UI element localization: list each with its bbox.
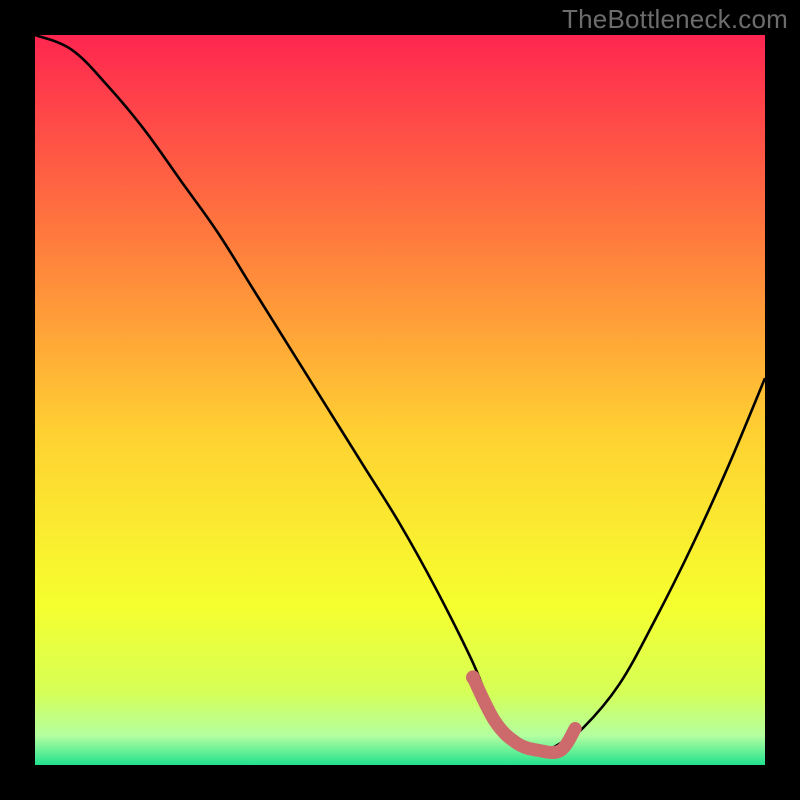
outer-frame: TheBottleneck.com — [0, 0, 800, 800]
gradient-background — [35, 35, 765, 765]
bottleneck-chart — [35, 35, 765, 765]
optimal-start-dot — [466, 670, 480, 684]
watermark-label: TheBottleneck.com — [562, 4, 788, 35]
